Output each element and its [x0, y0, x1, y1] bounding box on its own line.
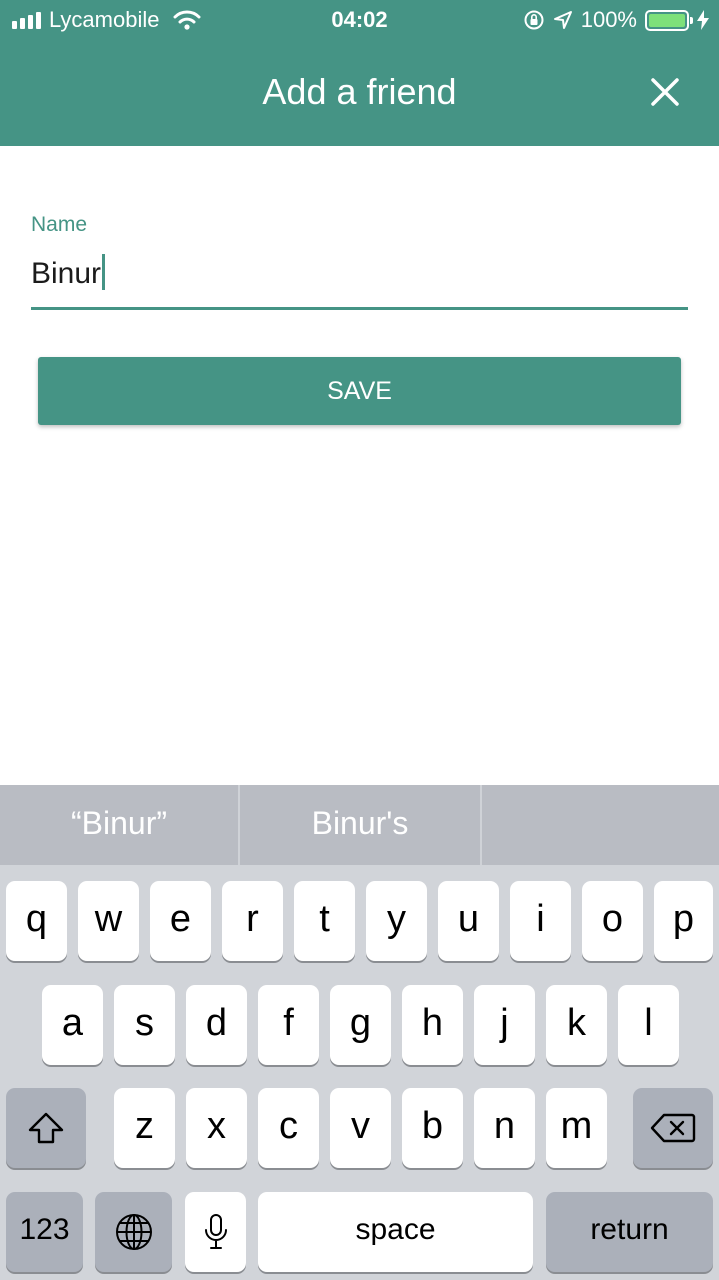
- globe-key[interactable]: [95, 1192, 172, 1272]
- backspace-key[interactable]: [633, 1088, 713, 1168]
- key-z[interactable]: z: [114, 1088, 175, 1168]
- key-k[interactable]: k: [546, 985, 607, 1065]
- key-y[interactable]: y: [366, 881, 427, 961]
- orientation-lock-icon: [524, 10, 544, 30]
- suggestion-1[interactable]: “Binur”: [0, 785, 238, 865]
- name-label: Name: [31, 213, 88, 236]
- location-arrow-icon: [553, 11, 572, 29]
- status-right: 100%: [523, 7, 709, 33]
- key-e[interactable]: e: [150, 881, 211, 961]
- key-v[interactable]: v: [330, 1088, 391, 1168]
- key-b[interactable]: b: [402, 1088, 463, 1168]
- key-u[interactable]: u: [438, 881, 499, 961]
- name-input-value: Binur: [31, 254, 106, 293]
- dictation-key[interactable]: [185, 1192, 246, 1272]
- key-p[interactable]: p: [654, 881, 713, 961]
- backspace-icon: [650, 1113, 696, 1143]
- page-title: Add a friend: [262, 71, 457, 112]
- key-n[interactable]: n: [474, 1088, 535, 1168]
- battery-percent: 100%: [580, 7, 637, 32]
- suggestion-3[interactable]: [482, 785, 719, 865]
- keyboard: “Binur” Binur's q w e r t y u i o p a s …: [0, 785, 719, 1280]
- key-g[interactable]: g: [330, 985, 391, 1065]
- key-q[interactable]: q: [6, 881, 67, 961]
- key-x[interactable]: x: [186, 1088, 247, 1168]
- shift-icon: [28, 1112, 64, 1144]
- key-s[interactable]: s: [114, 985, 175, 1065]
- key-i[interactable]: i: [510, 881, 571, 961]
- close-icon[interactable]: [645, 72, 685, 112]
- key-f[interactable]: f: [258, 985, 319, 1065]
- globe-icon: [115, 1214, 152, 1250]
- key-h[interactable]: h: [402, 985, 463, 1065]
- text-caret: [102, 254, 106, 290]
- charging-bolt-icon: [697, 10, 709, 30]
- key-w[interactable]: w: [78, 881, 139, 961]
- key-j[interactable]: j: [474, 985, 535, 1065]
- key-m[interactable]: m: [546, 1088, 607, 1168]
- header: Lycamobile 04:02 100% Add a friend: [0, 0, 719, 146]
- microphone-icon: [204, 1214, 227, 1249]
- key-r[interactable]: r: [222, 881, 283, 961]
- key-t[interactable]: t: [294, 881, 355, 961]
- key-o[interactable]: o: [582, 881, 643, 961]
- suggestion-2[interactable]: Binur's: [240, 785, 480, 865]
- name-input[interactable]: Binur: [31, 250, 688, 310]
- key-c[interactable]: c: [258, 1088, 319, 1168]
- key-l[interactable]: l: [618, 985, 679, 1065]
- suggestion-bar: “Binur” Binur's: [0, 785, 719, 865]
- shift-key[interactable]: [6, 1088, 86, 1168]
- save-button[interactable]: SAVE: [38, 357, 681, 425]
- key-a[interactable]: a: [42, 985, 103, 1065]
- battery-icon: [645, 9, 693, 31]
- return-key[interactable]: return: [546, 1192, 713, 1272]
- space-key[interactable]: space: [258, 1192, 533, 1272]
- key-d[interactable]: d: [186, 985, 247, 1065]
- status-bar: Lycamobile 04:02 100%: [0, 0, 719, 40]
- numbers-key[interactable]: 123: [6, 1192, 83, 1272]
- name-input-text: Binur: [31, 257, 102, 290]
